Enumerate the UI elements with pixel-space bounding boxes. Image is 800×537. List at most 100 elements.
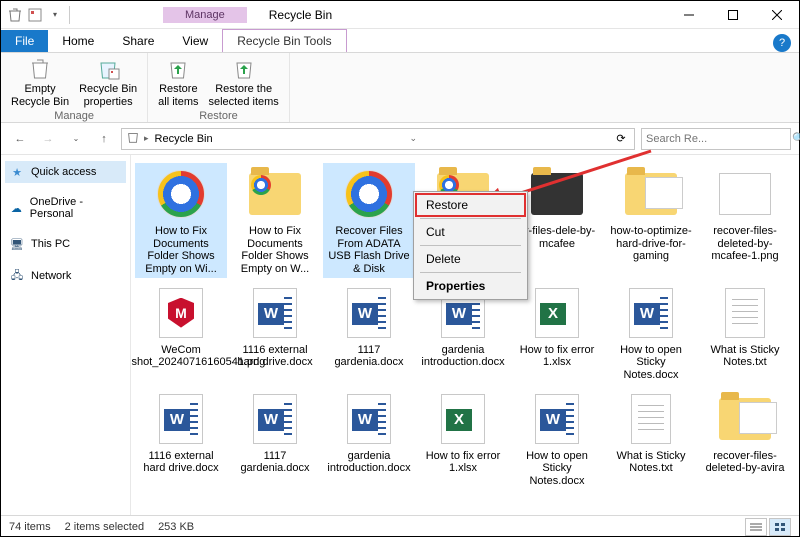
file-label: How to open Sticky Notes.docx: [513, 450, 601, 488]
file-label: How to fix error 1.xlsx: [513, 344, 601, 369]
file-item[interactable]: 1117 gardenia.docx: [229, 388, 321, 490]
file-label: how-to-optimize-hard-drive-for-gaming: [607, 225, 695, 263]
contextual-tab-header: Manage: [163, 7, 247, 23]
bin-props-icon: [92, 57, 124, 81]
nav-label: OneDrive - Personal: [30, 196, 122, 220]
nav-up-button[interactable]: ↑: [93, 128, 115, 150]
nav-quick-access[interactable]: ★ Quick access: [5, 161, 126, 183]
ribbon-btn-label: Empty Recycle Bin: [11, 83, 69, 108]
separator: [420, 245, 521, 246]
qat-dropdown-icon[interactable]: ▾: [47, 7, 63, 23]
status-selection-count: 2 items selected: [65, 521, 144, 533]
search-input[interactable]: [646, 133, 788, 145]
file-item[interactable]: WeCom Screenshot_20240716160541.png: [135, 282, 227, 384]
address-path[interactable]: ▸ Recycle Bin ⌄ ⟳: [121, 128, 635, 150]
file-thumb: [619, 390, 683, 448]
window-title: Recycle Bin: [269, 8, 332, 22]
file-item[interactable]: How to open Sticky Notes.docx: [605, 282, 697, 384]
ribbon-group-manage: Empty Recycle Bin Recycle Bin properties…: [1, 53, 148, 122]
search-icon[interactable]: 🔍: [792, 132, 800, 145]
help-button[interactable]: ?: [773, 34, 791, 52]
file-item[interactable]: recover-files-deleted-by-mcafee-1.png: [699, 163, 791, 278]
star-icon: ★: [9, 164, 25, 180]
properties-icon[interactable]: [27, 7, 43, 23]
file-item[interactable]: how-to-optimize-hard-drive-for-gaming: [605, 163, 697, 278]
search-box[interactable]: 🔍: [641, 128, 791, 150]
nav-network[interactable]: 🖧 Network: [5, 265, 126, 287]
file-item[interactable]: How to Fix Documents Folder Shows Empty …: [135, 163, 227, 278]
recycle-bin-properties-button[interactable]: Recycle Bin properties: [75, 55, 141, 110]
file-item[interactable]: Recover Files From ADATA USB Flash Drive…: [323, 163, 415, 278]
file-label: 1116 external hard drive.docx: [231, 344, 319, 369]
file-item[interactable]: How to Fix Documents Folder Shows Empty …: [229, 163, 321, 278]
nav-label: This PC: [31, 238, 70, 250]
file-label: What is Sticky Notes.txt: [607, 450, 695, 475]
file-item[interactable]: recover-files-deleted-by-avira: [699, 388, 791, 490]
file-thumb: [713, 284, 777, 342]
navigation-pane: ★ Quick access ☁ OneDrive - Personal 🖥 T…: [1, 155, 131, 515]
file-item[interactable]: What is Sticky Notes.txt: [605, 388, 697, 490]
ribbon: Empty Recycle Bin Recycle Bin properties…: [1, 53, 799, 123]
recycle-bin-icon: [7, 7, 23, 23]
nav-onedrive[interactable]: ☁ OneDrive - Personal: [5, 193, 126, 223]
address-dropdown-icon[interactable]: ⌄: [404, 133, 422, 144]
file-label: 1117 gardenia.docx: [325, 344, 413, 369]
path-segment[interactable]: Recycle Bin: [153, 133, 215, 145]
file-item[interactable]: gardenia introduction.docx: [323, 388, 415, 490]
ribbon-btn-label: Restore the selected items: [209, 83, 279, 108]
network-icon: 🖧: [9, 268, 25, 284]
ctx-restore[interactable]: Restore: [416, 194, 525, 216]
file-item[interactable]: 1117 gardenia.docx: [323, 282, 415, 384]
ribbon-group-label: Restore: [154, 110, 283, 122]
file-thumb: [337, 165, 401, 223]
file-thumb: [619, 284, 683, 342]
nav-back-button[interactable]: ←: [9, 128, 31, 150]
tab-file[interactable]: File: [1, 30, 48, 52]
file-item[interactable]: 1116 external hard drive.docx: [135, 388, 227, 490]
separator: [69, 6, 70, 24]
restore-sel-icon: [228, 57, 260, 81]
tab-view[interactable]: View: [168, 30, 222, 52]
file-item[interactable]: How to open Sticky Notes.docx: [511, 388, 603, 490]
file-item[interactable]: How to fix error 1.xlsx: [417, 388, 509, 490]
ctx-properties[interactable]: Properties: [416, 275, 525, 297]
tab-home[interactable]: Home: [48, 30, 108, 52]
file-item[interactable]: 1116 external hard drive.docx: [229, 282, 321, 384]
file-thumb: [525, 165, 589, 223]
titlebar: ▾ Manage Recycle Bin: [1, 1, 799, 29]
nav-this-pc[interactable]: 🖥 This PC: [5, 233, 126, 255]
file-label: gardenia introduction.docx: [325, 450, 413, 475]
maximize-button[interactable]: [711, 1, 755, 29]
file-thumb: [243, 284, 307, 342]
minimize-button[interactable]: [667, 1, 711, 29]
explorer-body: ★ Quick access ☁ OneDrive - Personal 🖥 T…: [1, 155, 799, 515]
empty-recycle-bin-button[interactable]: Empty Recycle Bin: [7, 55, 73, 110]
file-thumb: [337, 284, 401, 342]
status-item-count: 74 items: [9, 521, 51, 533]
status-bar: 74 items 2 items selected 253 KB: [1, 515, 799, 537]
file-item[interactable]: What is Sticky Notes.txt: [699, 282, 791, 384]
restore-all-icon: [162, 57, 194, 81]
refresh-button[interactable]: ⟳: [612, 132, 630, 145]
ribbon-btn-label: Restore all items: [158, 83, 198, 108]
restore-all-button[interactable]: Restore all items: [154, 55, 202, 110]
ctx-cut[interactable]: Cut: [416, 221, 525, 243]
file-label: recover-files-deleted-by-avira: [701, 450, 789, 475]
file-label: How to fix error 1.xlsx: [419, 450, 507, 475]
file-thumb: [149, 390, 213, 448]
restore-selected-button[interactable]: Restore the selected items: [205, 55, 283, 110]
view-details-button[interactable]: [745, 518, 767, 536]
chevron-right-icon[interactable]: ▸: [144, 133, 149, 144]
nav-forward-button[interactable]: →: [37, 128, 59, 150]
ctx-delete[interactable]: Delete: [416, 248, 525, 270]
tab-share[interactable]: Share: [108, 30, 168, 52]
file-label: 1117 gardenia.docx: [231, 450, 319, 475]
file-thumb: [619, 165, 683, 223]
nav-label: Network: [31, 270, 71, 282]
nav-recent-dropdown[interactable]: ⌄: [65, 128, 87, 150]
file-label: How to open Sticky Notes.docx: [607, 344, 695, 382]
view-icons-button[interactable]: [769, 518, 791, 536]
close-button[interactable]: [755, 1, 799, 29]
tab-recycle-bin-tools[interactable]: Recycle Bin Tools: [222, 29, 347, 52]
status-selection-size: 253 KB: [158, 521, 194, 533]
